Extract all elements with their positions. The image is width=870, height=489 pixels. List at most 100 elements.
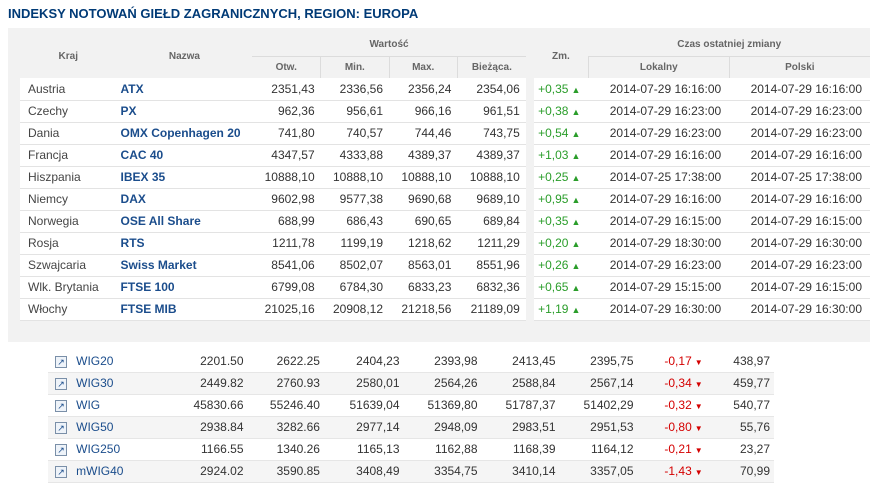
min-cell: 9577,38 — [320, 188, 390, 211]
arrow-down-icon: ▼ — [694, 468, 703, 477]
chart-icon-cell[interactable]: ↗ — [48, 350, 75, 373]
arrow-up-icon: ▲ — [571, 261, 581, 271]
value-cell: 51787,37 — [481, 394, 560, 417]
col-header-kraj: Kraj — [20, 34, 117, 78]
value-cell: 23,27 — [706, 438, 774, 461]
value-cell: 1168,39 — [481, 438, 560, 461]
chart-icon-cell[interactable]: ↗ — [48, 438, 75, 461]
index-name-link[interactable]: DAX — [116, 188, 253, 211]
local-time-cell: 2014-07-29 18:30:00 — [588, 232, 730, 255]
change-cell: +0,65 ▲ — [533, 276, 589, 299]
max-cell: 744,46 — [389, 122, 458, 145]
value-cell: 51639,04 — [323, 394, 404, 417]
max-cell: 9690,68 — [389, 188, 458, 211]
chart-icon-cell[interactable]: ↗ — [48, 416, 75, 439]
change-value: +0,95 — [538, 192, 569, 206]
value-cell: 2948,09 — [403, 416, 482, 439]
chart-icon[interactable]: ↗ — [55, 400, 68, 412]
chart-icon-cell[interactable]: ↗ — [48, 372, 75, 395]
chart-icon[interactable]: ↗ — [55, 444, 68, 456]
value-cell: 70,99 — [706, 460, 774, 483]
chart-icon-cell[interactable]: ↗ — [48, 460, 75, 483]
col-header-wartosc: Wartość — [252, 34, 526, 56]
index-name-link[interactable]: WIG30 — [74, 372, 173, 395]
index-name-link[interactable]: WIG250 — [74, 438, 173, 461]
polish-time-cell: 2014-07-29 16:15:00 — [729, 276, 870, 299]
index-name-link[interactable]: OSE All Share — [116, 210, 253, 233]
min-cell: 2336,56 — [320, 78, 390, 101]
change-cell: -0,80 ▼ — [637, 416, 707, 439]
index-name-link[interactable]: FTSE MIB — [116, 298, 253, 321]
value-cell: 1165,13 — [323, 438, 404, 461]
table-row: ↗ mWIG40 2924.02 3590.85 3408,49 3354,75 3410,… — [48, 460, 774, 483]
index-name-link[interactable]: RTS — [116, 232, 253, 255]
open-cell: 6799,08 — [252, 276, 321, 299]
country-cell: Austria — [20, 78, 117, 101]
country-cell: Francja — [20, 144, 117, 167]
open-cell: 962,36 — [252, 100, 321, 123]
index-name-link[interactable]: WIG20 — [74, 350, 173, 373]
change-cell: +0,35 ▲ — [533, 78, 589, 101]
change-value: +1,19 — [538, 302, 569, 316]
min-cell: 686,43 — [320, 210, 390, 233]
chart-icon[interactable]: ↗ — [55, 466, 68, 478]
change-cell: -1,43 ▼ — [637, 460, 707, 483]
col-header-biezaca: Bieżąca. — [456, 55, 526, 78]
spacer — [525, 210, 534, 232]
value-cell: 3282.66 — [247, 416, 324, 439]
change-cell: +0,35 ▲ — [533, 210, 589, 233]
open-cell: 21025,16 — [252, 298, 321, 321]
polish-time-cell: 2014-07-29 16:16:00 — [729, 144, 870, 167]
change-value: +0,25 — [538, 170, 569, 184]
value-cell: 1164,12 — [559, 438, 638, 461]
col-header-polski: Polski — [728, 55, 870, 78]
current-cell: 9689,10 — [457, 188, 526, 211]
polish-time-cell: 2014-07-29 16:30:00 — [729, 232, 870, 255]
arrow-down-icon: ▼ — [694, 446, 703, 455]
col-header-lokalny: Lokalny — [587, 55, 730, 78]
max-cell: 21218,56 — [389, 298, 458, 321]
value-cell: 2393,98 — [403, 350, 482, 373]
index-name-link[interactable]: CAC 40 — [116, 144, 253, 167]
value-cell: 2449.82 — [172, 372, 248, 395]
col-header-max: Max. — [388, 55, 458, 78]
table-row: Rosja RTS 1211,78 1199,19 1218,62 1211,29 +0,2… — [20, 232, 870, 255]
value-cell: 45830.66 — [172, 394, 248, 417]
change-value: -0,17 — [664, 353, 692, 368]
chart-icon[interactable]: ↗ — [55, 355, 68, 368]
change-cell: +0,20 ▲ — [533, 232, 589, 255]
country-cell: Niemcy — [20, 188, 117, 211]
arrow-up-icon: ▲ — [571, 217, 581, 227]
current-cell: 689,84 — [457, 210, 526, 233]
open-cell: 4347,57 — [252, 144, 321, 167]
chart-icon[interactable]: ↗ — [55, 422, 68, 434]
table-row: Czechy PX 962,36 956,61 966,16 961,51 +0,38 ▲ 20… — [20, 100, 870, 123]
index-name-link[interactable]: IBEX 35 — [116, 166, 253, 189]
open-cell: 688,99 — [252, 210, 321, 233]
change-value: +0,54 — [538, 126, 569, 140]
change-cell: +0,26 ▲ — [533, 254, 589, 277]
min-cell: 20908,12 — [320, 298, 390, 321]
country-cell: Dania — [20, 122, 117, 145]
index-name-link[interactable]: WIG — [74, 394, 173, 417]
max-cell: 966,16 — [389, 100, 458, 123]
index-name-link[interactable]: WIG50 — [74, 416, 173, 439]
index-name-link[interactable]: PX — [116, 100, 253, 123]
polish-time-cell: 2014-07-29 16:16:00 — [729, 78, 870, 101]
index-name-link[interactable]: OMX Copenhagen 20 — [116, 122, 253, 145]
chart-icon-cell[interactable]: ↗ — [48, 394, 75, 417]
value-cell: 1162,88 — [403, 438, 482, 461]
index-name-link[interactable]: Swiss Market — [116, 254, 253, 277]
change-value: -0,34 — [664, 376, 692, 390]
current-cell: 21189,09 — [457, 298, 526, 321]
table-row: Włochy FTSE MIB 21025,16 20908,12 21218,56 21… — [20, 298, 870, 321]
country-cell: Czechy — [20, 100, 117, 123]
index-name-link[interactable]: ATX — [116, 78, 253, 101]
table-row: Norwegia OSE All Share 688,99 686,43 690,65 6… — [20, 210, 870, 233]
index-name-link[interactable]: mWIG40 — [74, 460, 173, 483]
chart-icon[interactable]: ↗ — [55, 378, 68, 390]
local-time-cell: 2014-07-29 16:23:00 — [588, 100, 730, 123]
table-row: Francja CAC 40 4347,57 4333,88 4389,37 4389,3… — [20, 144, 870, 167]
index-name-link[interactable]: FTSE 100 — [116, 276, 253, 299]
value-cell: 2622.25 — [247, 350, 324, 373]
